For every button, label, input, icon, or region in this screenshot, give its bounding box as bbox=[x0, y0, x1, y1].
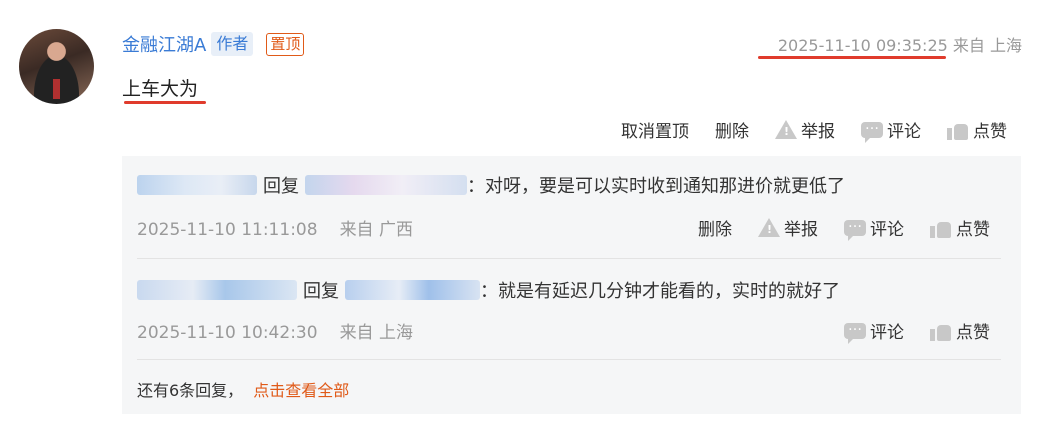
reply-2-target-blurred[interactable] bbox=[345, 280, 480, 300]
reply-1-report-label: 举报 bbox=[784, 220, 818, 240]
reply-1-like-button[interactable]: 点赞 bbox=[930, 215, 990, 240]
reply-2-location: 来自 上海 bbox=[339, 323, 413, 343]
reply-1-author-blurred[interactable] bbox=[137, 175, 257, 195]
like-label: 点赞 bbox=[973, 122, 1007, 142]
more-divider bbox=[137, 359, 1001, 360]
reply-1-comment-button[interactable]: 评论 bbox=[844, 215, 904, 241]
reply-1-report-button[interactable]: 举报 bbox=[758, 215, 818, 240]
reply-2-line: 回复 ：就是有延迟几分钟才能看的，实时的就好了 bbox=[137, 277, 840, 303]
reply-divider bbox=[137, 258, 1001, 259]
more-replies: 还有6条回复， 点击查看全部 bbox=[137, 377, 349, 401]
reply-2-timestamp: 2025-11-10 10:42:30 bbox=[137, 323, 318, 343]
comment-timestamp: 2025-11-10 09:35:25 bbox=[777, 36, 948, 55]
like-button[interactable]: 点赞 bbox=[947, 117, 1007, 142]
avatar[interactable] bbox=[19, 29, 94, 104]
reply-2-reply-word: 回复 bbox=[303, 281, 339, 302]
comment-icon bbox=[861, 117, 883, 143]
reply-1-like-label: 点赞 bbox=[956, 220, 990, 240]
report-button[interactable]: 举报 bbox=[775, 117, 835, 142]
view-all-replies-link[interactable]: 点击查看全部 bbox=[253, 381, 349, 400]
reply-1-line: 回复 ：对呀，要是可以实时收到通知那进价就更低了 bbox=[137, 172, 845, 198]
author-row: 金融江湖A 作者 置顶 bbox=[122, 31, 305, 57]
reply-1-reply-word: 回复 bbox=[263, 176, 299, 197]
reply-2-text: ：就是有延迟几分钟才能看的，实时的就好了 bbox=[480, 281, 840, 302]
pinned-badge: 置顶 bbox=[266, 32, 305, 56]
reply-1-timestamp: 2025-11-10 11:11:08 bbox=[137, 220, 318, 240]
reply-2-comment-button[interactable]: 评论 bbox=[844, 318, 904, 344]
comment-meta: 2025-11-10 09:35:25 来自 上海 bbox=[778, 32, 1022, 56]
delete-button[interactable]: 删除 bbox=[715, 117, 749, 142]
comment-button[interactable]: 评论 bbox=[861, 117, 921, 143]
timestamp-highlight-underline bbox=[758, 56, 946, 59]
reply-1-comment-label: 评论 bbox=[870, 220, 904, 240]
reply-2-like-label: 点赞 bbox=[956, 323, 990, 343]
reply-2-meta: 2025-11-10 10:42:30 来自 上海 bbox=[137, 318, 413, 343]
report-label: 举报 bbox=[801, 122, 835, 142]
content-highlight-underline bbox=[124, 101, 206, 104]
more-replies-count: 还有6条回复， bbox=[137, 381, 244, 400]
comment-content: 上车大为 bbox=[122, 78, 199, 100]
comment-icon bbox=[844, 215, 866, 241]
warning-icon bbox=[775, 120, 797, 139]
reply-1-location: 来自 广西 bbox=[339, 220, 413, 240]
reply-1-actions: 删除 举报 评论 点赞 bbox=[698, 215, 990, 241]
thumbs-up-icon bbox=[947, 120, 969, 140]
reply-1-delete-button[interactable]: 删除 bbox=[698, 215, 732, 240]
reply-1-target-blurred[interactable] bbox=[305, 175, 467, 195]
thumbs-up-icon bbox=[930, 321, 952, 341]
comment-icon bbox=[844, 318, 866, 344]
author-name[interactable]: 金融江湖A bbox=[122, 31, 206, 57]
warning-icon bbox=[758, 218, 780, 237]
reply-2-actions: 评论 点赞 bbox=[844, 318, 990, 344]
reply-1-meta: 2025-11-10 11:11:08 来自 广西 bbox=[137, 215, 413, 240]
comment-actions: 取消置顶 删除 举报 评论 点赞 bbox=[621, 117, 1007, 143]
reply-1-text: ：对呀，要是可以实时收到通知那进价就更低了 bbox=[467, 176, 845, 197]
reply-2-like-button[interactable]: 点赞 bbox=[930, 318, 990, 343]
unpin-button[interactable]: 取消置顶 bbox=[621, 117, 689, 142]
reply-2-author-blurred[interactable] bbox=[137, 280, 297, 300]
thumbs-up-icon bbox=[930, 218, 952, 238]
comment-location: 来自 上海 bbox=[952, 36, 1022, 55]
comment-label: 评论 bbox=[887, 122, 921, 142]
replies-panel: 回复 ：对呀，要是可以实时收到通知那进价就更低了 2025-11-10 11:1… bbox=[122, 156, 1021, 414]
reply-2-comment-label: 评论 bbox=[870, 323, 904, 343]
author-badge: 作者 bbox=[211, 32, 254, 56]
